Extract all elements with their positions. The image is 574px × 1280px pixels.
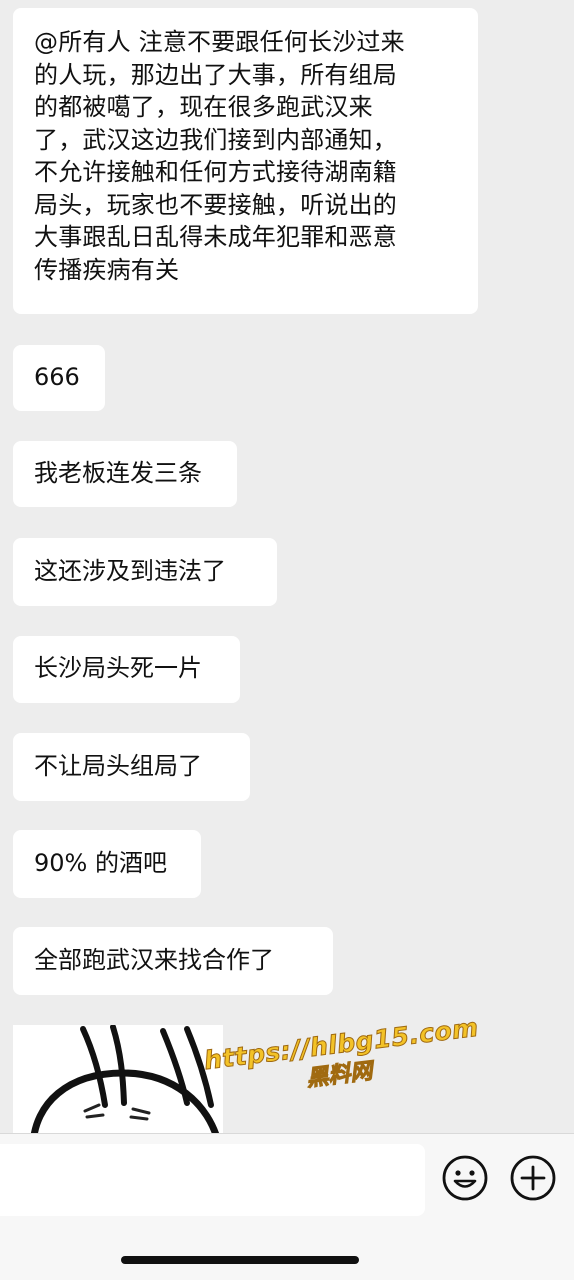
bunny-sticker-drawing xyxy=(30,1025,220,1133)
home-indicator xyxy=(121,1256,359,1264)
message-bubble[interactable]: 不让局头组局了 xyxy=(13,733,250,801)
watermark: https://hlbg15.com 黑料网 xyxy=(202,1012,481,1105)
message-bubble[interactable]: 全部跑武汉来找合作了 xyxy=(13,927,333,995)
message-bubble[interactable]: 666 xyxy=(13,345,105,411)
message-bubble[interactable]: @所有人 注意不要跟任何长沙过来 的人玩，那边出了大事，所有组局 的都被噶了，现… xyxy=(13,8,478,314)
chat-message-list: @所有人 注意不要跟任何长沙过来 的人玩，那边出了大事，所有组局 的都被噶了，现… xyxy=(0,0,574,1133)
message-bubble[interactable]: 长沙局头死一片 xyxy=(13,636,240,703)
message-bubble[interactable]: 90% 的酒吧 xyxy=(13,830,201,898)
message-bubble[interactable]: 这还涉及到违法了 xyxy=(13,538,277,606)
smiley-face-icon[interactable] xyxy=(441,1154,489,1202)
message-input-bar xyxy=(0,1133,574,1280)
plus-circle-icon[interactable] xyxy=(509,1154,557,1202)
sticker-image[interactable] xyxy=(13,1025,223,1133)
message-input[interactable] xyxy=(0,1144,425,1216)
message-bubble[interactable]: 我老板连发三条 xyxy=(13,441,237,507)
